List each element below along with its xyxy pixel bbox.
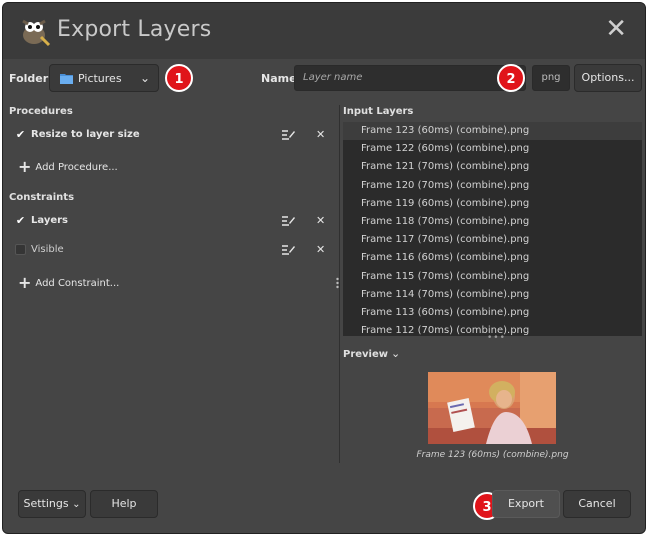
list-item[interactable]: Frame 122 (60ms) (combine).png — [343, 140, 642, 158]
add-procedure-button[interactable]: + Add Procedure... — [18, 157, 118, 176]
gimp-wilber-icon — [22, 19, 51, 47]
preview-thumbnail — [428, 372, 556, 444]
folder-value: Pictures — [78, 72, 122, 85]
folder-select[interactable]: Pictures ⌄ — [49, 64, 159, 92]
remove-icon[interactable]: ✕ — [316, 214, 325, 227]
list-item[interactable]: Frame 115 (70ms) (combine).png — [343, 268, 642, 286]
layer-name-input[interactable]: Layer name — [294, 65, 526, 91]
preview-label: Preview — [343, 349, 389, 360]
annotation-marker-2: 2 — [497, 64, 525, 92]
checkbox-resize-to-layer-size[interactable]: ✔ — [15, 129, 26, 140]
file-extension-field[interactable]: png — [532, 65, 570, 91]
list-item[interactable]: Frame 117 (70ms) (combine).png — [343, 231, 642, 249]
pane-divider-line — [339, 105, 340, 463]
folder-icon — [60, 74, 73, 84]
checkbox-visible[interactable] — [15, 244, 26, 255]
preview-caption: Frame 123 (60ms) (combine).png — [416, 450, 569, 460]
edit-icon[interactable] — [282, 215, 296, 227]
chevron-down-icon: ⌄ — [72, 499, 81, 510]
procedures-heading: Procedures — [9, 106, 73, 117]
export-button[interactable]: Export — [492, 490, 560, 518]
list-item[interactable]: Frame 120 (70ms) (combine).png — [343, 177, 642, 195]
dialog-title: Export Layers — [57, 17, 212, 42]
list-item[interactable]: Frame 119 (60ms) (combine).png — [343, 195, 642, 213]
export-layers-dialog: Export Layers ✕ Folder: Pictures ⌄ 1 Nam… — [2, 2, 646, 534]
cancel-button[interactable]: Cancel — [563, 490, 631, 518]
close-icon[interactable]: ✕ — [605, 15, 627, 43]
procedure-label: Resize to layer size — [31, 129, 140, 140]
annotation-marker-1: 1 — [165, 64, 193, 92]
constraints-heading: Constraints — [9, 192, 75, 203]
pane-resize-handle[interactable] — [336, 273, 339, 293]
plus-icon: + — [18, 157, 32, 176]
help-button[interactable]: Help — [90, 490, 158, 518]
input-layers-heading: Input Layers — [343, 106, 414, 117]
folder-label: Folder: — [9, 72, 53, 85]
remove-icon[interactable]: ✕ — [316, 243, 325, 256]
add-constraint-label: Add Constraint... — [35, 278, 120, 289]
input-layers-list[interactable]: Frame 123 (60ms) (combine).png Frame 122… — [343, 122, 642, 336]
remove-icon[interactable]: ✕ — [316, 128, 325, 141]
list-item[interactable]: Frame 114 (70ms) (combine).png — [343, 286, 642, 304]
add-constraint-button[interactable]: + Add Constraint... — [18, 273, 119, 292]
title-bar: Export Layers ✕ — [3, 3, 645, 59]
options-button[interactable]: Options... — [574, 64, 642, 92]
settings-label: Settings — [23, 497, 69, 510]
constraint-label-visible: Visible — [31, 244, 64, 255]
list-item[interactable]: Frame 121 (70ms) (combine).png — [343, 158, 642, 176]
list-item[interactable]: Frame 116 (60ms) (combine).png — [343, 249, 642, 267]
chevron-down-icon[interactable]: ⌄ — [391, 347, 400, 360]
list-item[interactable]: Frame 113 (60ms) (combine).png — [343, 304, 642, 322]
chevron-down-icon: ⌄ — [139, 71, 150, 85]
list-item[interactable]: Frame 118 (70ms) (combine).png — [343, 213, 642, 231]
add-procedure-label: Add Procedure... — [35, 162, 118, 173]
list-item[interactable]: Frame 123 (60ms) (combine).png — [343, 122, 642, 141]
plus-icon: + — [18, 273, 32, 292]
edit-icon[interactable] — [282, 129, 296, 141]
checkbox-layers[interactable]: ✔ — [15, 215, 26, 226]
settings-button[interactable]: Settings ⌄ — [18, 490, 86, 518]
edit-icon[interactable] — [282, 244, 296, 256]
constraint-label-layers: Layers — [31, 215, 68, 226]
list-resize-handle[interactable]: ••• — [487, 333, 506, 343]
